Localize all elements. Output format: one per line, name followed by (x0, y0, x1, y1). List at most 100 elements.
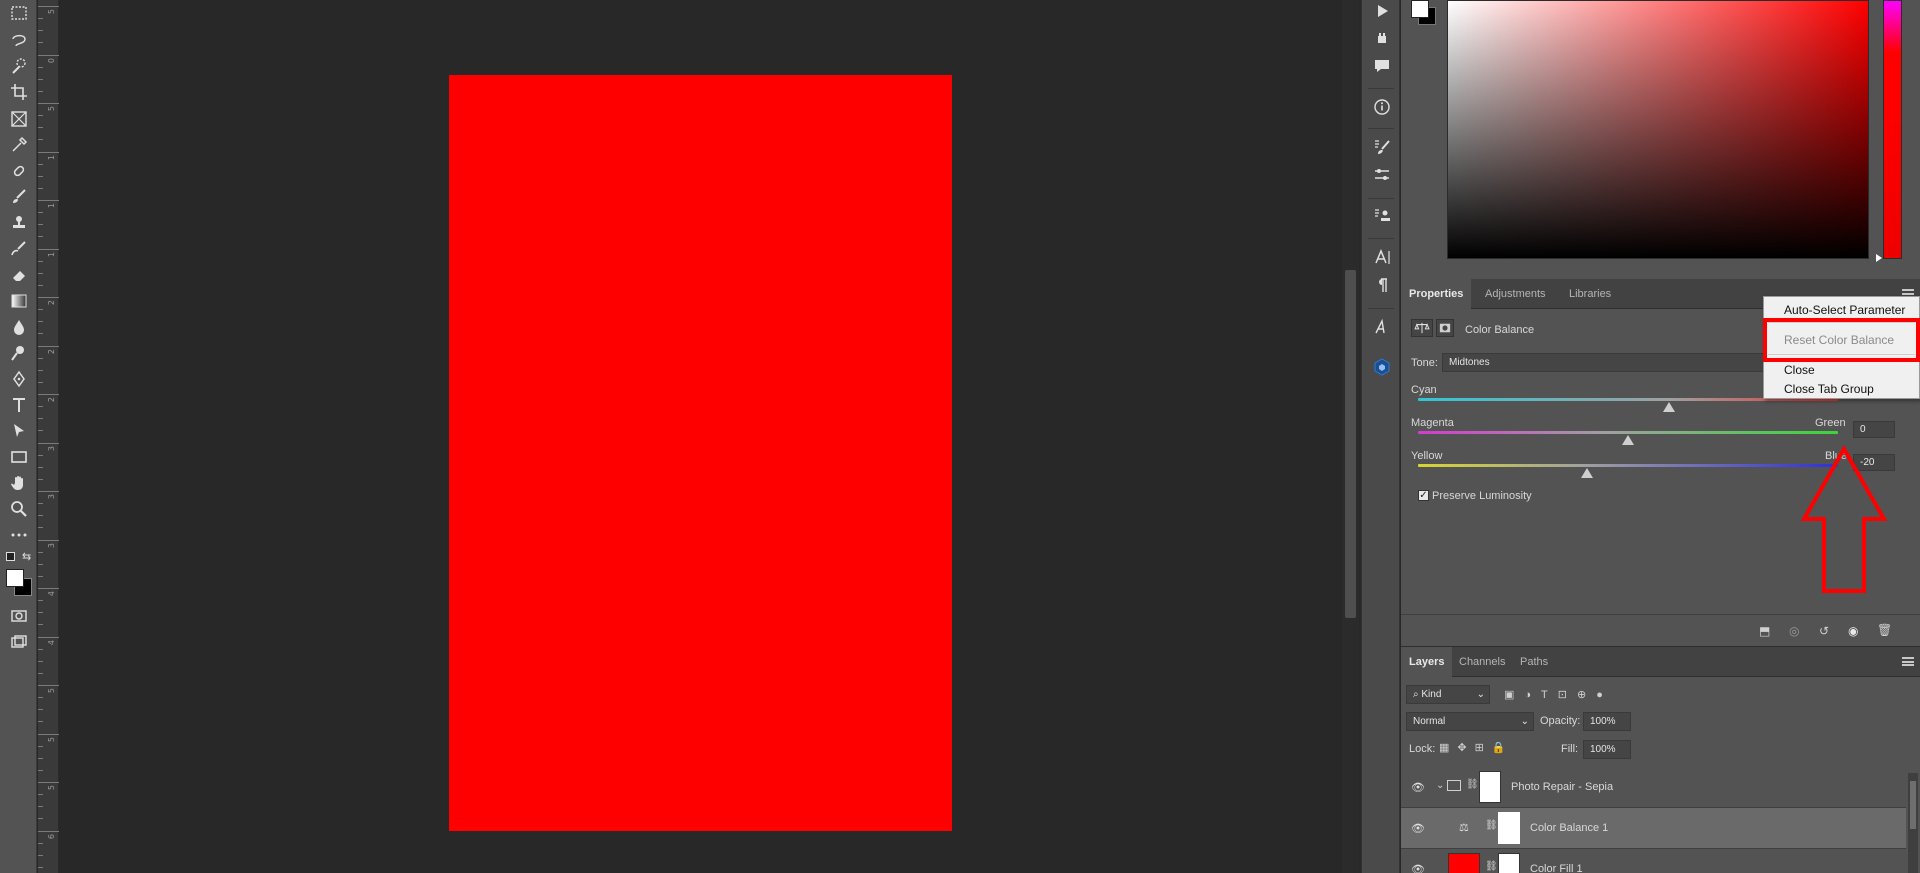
ruler-label: 3 (47, 494, 56, 500)
ruler-minor-tick (38, 188, 43, 189)
3d-cube-icon[interactable] (1371, 356, 1393, 378)
blur-tool-icon[interactable] (6, 316, 32, 338)
ruler-minor-tick (38, 261, 43, 262)
quick-mask-icon[interactable] (6, 605, 32, 627)
layer-filter-value: Kind (1421, 689, 1442, 700)
ruler-tick (38, 394, 59, 395)
fill-label: Fill: (1561, 743, 1579, 755)
brush-settings-icon[interactable] (1371, 136, 1393, 158)
layer-visibility-eye-icon[interactable]: 👁 (1411, 863, 1425, 873)
adjustments-icon[interactable] (1371, 164, 1393, 186)
reset-icon[interactable]: ↺ (1819, 624, 1829, 638)
color-panel (1401, 0, 1920, 279)
dodge-tool-icon[interactable] (6, 342, 32, 364)
layer-visibility-eye-icon[interactable]: 👁 (1411, 822, 1425, 836)
magenta-green-slider-thumb[interactable] (1622, 435, 1634, 445)
ruler-label: 2 (47, 397, 56, 403)
foreground-color-swatch[interactable] (6, 569, 24, 587)
play-action-icon[interactable] (1371, 0, 1393, 22)
marquee-tool-icon[interactable] (6, 2, 32, 24)
frame-tool-icon[interactable] (6, 108, 32, 130)
plugin-icon[interactable] (1371, 28, 1393, 50)
preserve-luminosity-checkbox[interactable]: ✓ (1418, 490, 1429, 501)
clone-source-icon[interactable] (1371, 205, 1393, 227)
mask-icon[interactable] (1436, 319, 1454, 337)
tab-properties[interactable]: Properties (1401, 279, 1472, 309)
type-tool-icon[interactable] (6, 394, 32, 416)
yellow-blue-track[interactable] (1418, 464, 1838, 467)
history-brush-tool-icon[interactable] (6, 238, 32, 260)
eyedropper-tool-icon[interactable] (6, 134, 32, 156)
pen-tool-icon[interactable] (6, 368, 32, 390)
clip-to-layer-icon[interactable]: ⬒ (1759, 624, 1770, 638)
tab-adjustments[interactable]: Adjustments (1477, 279, 1554, 309)
character-icon[interactable] (1371, 246, 1393, 268)
green-label: Green (1815, 417, 1846, 429)
path-select-tool-icon[interactable] (6, 420, 32, 442)
tone-select[interactable]: Midtones (1442, 353, 1772, 372)
tab-libraries[interactable]: Libraries (1561, 279, 1619, 309)
magenta-green-track[interactable] (1418, 431, 1838, 434)
ruler-minor-tick (38, 709, 43, 710)
hue-slider[interactable] (1883, 0, 1902, 259)
canvas-vertical-scrollbar[interactable] (1342, 0, 1359, 873)
brush-tool-icon[interactable] (6, 186, 32, 208)
eraser-tool-icon[interactable] (6, 264, 32, 286)
chevron-down-icon[interactable]: ⌄ (1436, 780, 1444, 791)
healing-brush-tool-icon[interactable] (6, 160, 32, 182)
paragraph-icon[interactable] (1371, 274, 1393, 296)
layers-scrollbar-thumb[interactable] (1910, 781, 1916, 829)
swap-colors-icon[interactable]: ⇆ (22, 550, 31, 563)
rectangle-tool-icon[interactable] (6, 446, 32, 468)
trash-icon[interactable]: 🗑 (1877, 623, 1892, 637)
hue-slider-marker[interactable] (1876, 254, 1882, 262)
layer-mask-thumbnail[interactable] (1498, 812, 1520, 844)
layer-filter-icons[interactable]: ▣◑T⊡⊕● (1504, 688, 1613, 701)
crop-tool-icon[interactable] (6, 81, 32, 103)
layer-row-selected[interactable]: 👁 ⚖ ⛓ Color Balance 1 (1401, 808, 1906, 849)
tab-paths[interactable]: Paths (1512, 647, 1556, 677)
layers-scrollbar[interactable] (1908, 773, 1918, 873)
glyphs-icon[interactable] (1371, 316, 1393, 338)
scrollbar-thumb[interactable] (1345, 270, 1356, 618)
lasso-tool-icon[interactable] (6, 29, 32, 51)
view-previous-state-icon[interactable]: ◎ (1789, 624, 1799, 638)
layer-mask-thumbnail[interactable] (1479, 771, 1501, 803)
layer-mask-thumbnail[interactable] (1498, 853, 1520, 873)
yellow-blue-slider-thumb[interactable] (1581, 468, 1593, 478)
ruler-minor-tick (38, 358, 43, 359)
menu-item-auto-select-parameter[interactable]: Auto-Select Parameter (1784, 303, 1905, 317)
screen-mode-icon[interactable] (6, 631, 32, 653)
layer-filter-select[interactable]: ⌕ Kind ⌄ (1406, 685, 1490, 704)
more-tools-icon[interactable] (6, 524, 32, 546)
blend-mode-select[interactable]: Normal ⌄ (1406, 712, 1534, 731)
default-colors-icon[interactable] (6, 552, 15, 561)
fill-input[interactable]: 100% (1583, 740, 1631, 759)
layer-row-fill[interactable]: 👁 ⛓ Color Fill 1 (1401, 849, 1906, 873)
panel-foreground-swatch[interactable] (1411, 0, 1429, 18)
menu-item-close[interactable]: Close (1784, 363, 1815, 377)
tab-channels[interactable]: Channels (1451, 647, 1513, 677)
layer-visibility-eye-icon[interactable]: 👁 (1411, 781, 1425, 795)
lock-icons[interactable]: ▦✥⊞🔒 (1439, 741, 1514, 754)
hand-tool-icon[interactable] (6, 472, 32, 494)
magenta-green-value[interactable]: 0 (1853, 421, 1895, 438)
gradient-tool-icon[interactable] (6, 290, 32, 312)
info-icon[interactable] (1371, 96, 1393, 118)
quick-select-tool-icon[interactable] (6, 55, 32, 77)
layer-row-group[interactable]: 👁 ⌄ ⛓ Photo Repair - Sepia (1401, 767, 1906, 808)
comments-icon[interactable] (1371, 55, 1393, 77)
document-canvas[interactable] (449, 75, 952, 831)
color-balance-icon[interactable] (1411, 319, 1433, 337)
zoom-tool-icon[interactable] (6, 498, 32, 520)
cyan-red-slider-thumb[interactable] (1663, 402, 1675, 412)
fill-color-thumbnail[interactable] (1448, 853, 1480, 873)
ruler-label: 1 (47, 155, 56, 161)
layers-menu-icon[interactable] (1902, 657, 1914, 666)
clone-stamp-tool-icon[interactable] (6, 212, 32, 234)
tab-layers[interactable]: Layers (1401, 647, 1453, 677)
menu-item-close-tab-group[interactable]: Close Tab Group (1784, 382, 1874, 396)
visibility-eye-icon[interactable]: ◉ (1848, 624, 1858, 638)
color-field[interactable] (1447, 0, 1869, 259)
opacity-input[interactable]: 100% (1583, 712, 1631, 731)
